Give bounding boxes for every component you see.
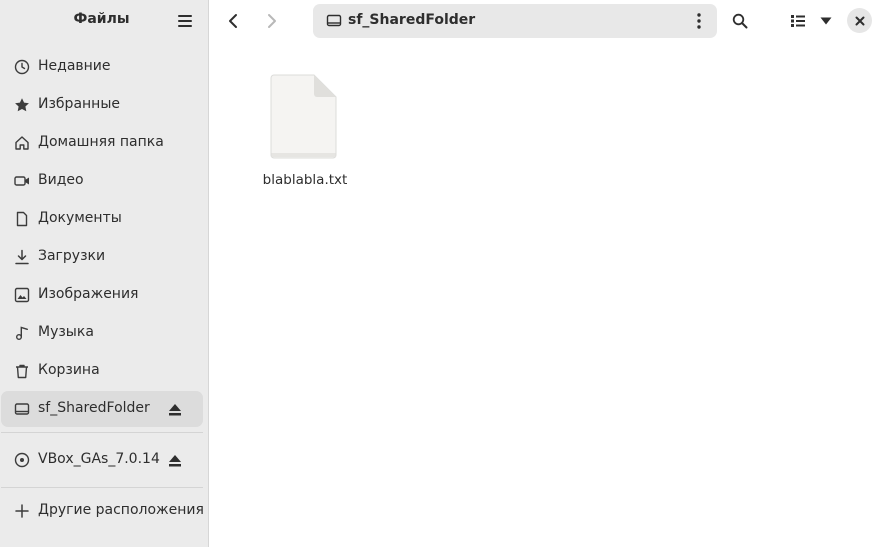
eject-icon[interactable] <box>167 402 183 416</box>
back-button[interactable] <box>219 8 247 34</box>
sidebar-item-documents[interactable]: Документы <box>1 201 203 237</box>
file-view: blablabla.txt <box>209 42 883 547</box>
main-menu-button[interactable] <box>171 8 199 34</box>
eject-icon[interactable] <box>167 453 183 467</box>
drive-icon <box>326 13 342 29</box>
sidebar-item-vbox-gas[interactable]: VBox_GAs_7.0.14 <box>1 442 203 478</box>
sidebar-item-label: Другие расположения <box>38 502 204 518</box>
text-file-icon <box>269 73 339 160</box>
sidebar-item-downloads[interactable]: Загрузки <box>1 239 203 275</box>
music-icon <box>14 325 30 341</box>
list-view-icon <box>791 15 805 27</box>
sidebar-item-music[interactable]: Музыка <box>1 315 203 351</box>
current-folder-label: sf_SharedFolder <box>348 12 476 28</box>
forward-button[interactable] <box>258 8 286 34</box>
sidebar-header: Файлы <box>0 0 208 42</box>
search-button[interactable] <box>729 8 751 34</box>
close-icon <box>855 16 864 25</box>
close-button[interactable] <box>847 8 872 33</box>
sidebar: Файлы Недавние Избранные Домашняя папка <box>0 0 209 547</box>
chevron-left-icon <box>229 14 237 28</box>
clock-icon <box>14 59 30 75</box>
sidebar-item-pictures[interactable]: Изображения <box>1 277 203 313</box>
file-item[interactable]: blablabla.txt <box>257 72 353 192</box>
sidebar-item-videos[interactable]: Видео <box>1 163 203 199</box>
view-toggle-button[interactable] <box>786 8 810 34</box>
folder-menu-button[interactable] <box>689 9 709 33</box>
chevron-right-icon <box>268 14 276 28</box>
sidebar-item-label: Документы <box>38 210 122 226</box>
video-icon <box>14 173 30 189</box>
sidebar-item-trash[interactable]: Корзина <box>1 353 203 389</box>
sidebar-item-sf-sharedfolder[interactable]: sf_SharedFolder <box>1 391 203 427</box>
sidebar-item-label: Музыка <box>38 324 94 340</box>
search-icon <box>732 13 748 29</box>
sidebar-item-label: VBox_GAs_7.0.14 <box>38 451 160 467</box>
sidebar-divider <box>1 487 203 488</box>
plus-icon <box>14 503 30 519</box>
home-icon <box>14 135 30 151</box>
drive-icon <box>14 401 30 417</box>
header-bar: sf_SharedFolder <box>209 0 883 42</box>
document-icon <box>14 211 30 227</box>
download-icon <box>14 249 30 265</box>
sidebar-item-home[interactable]: Домашняя папка <box>1 125 203 161</box>
file-name: blablabla.txt <box>262 172 348 188</box>
hamburger-icon <box>178 15 192 27</box>
image-icon <box>14 287 30 303</box>
sidebar-item-other-locations[interactable]: Другие расположения <box>1 493 204 529</box>
trash-icon <box>14 363 30 379</box>
more-vertical-icon <box>697 13 701 29</box>
sidebar-item-starred[interactable]: Избранные <box>1 87 203 123</box>
sidebar-item-label: Недавние <box>38 58 111 74</box>
view-options-button[interactable] <box>815 8 837 34</box>
sidebar-item-label: Изображения <box>38 286 139 302</box>
disc-icon <box>14 452 30 468</box>
sidebar-item-label: Домашняя папка <box>38 134 164 150</box>
star-icon <box>14 97 30 113</box>
sidebar-item-label: Избранные <box>38 96 120 112</box>
sidebar-item-recent[interactable]: Недавние <box>1 49 203 85</box>
path-bar[interactable]: sf_SharedFolder <box>313 4 717 38</box>
sidebar-item-label: Загрузки <box>38 248 106 264</box>
sidebar-divider <box>1 432 203 433</box>
sidebar-item-label: Видео <box>38 172 84 188</box>
sidebar-item-label: sf_SharedFolder <box>38 400 150 416</box>
chevron-down-icon <box>820 17 832 25</box>
sidebar-item-label: Корзина <box>38 362 100 378</box>
